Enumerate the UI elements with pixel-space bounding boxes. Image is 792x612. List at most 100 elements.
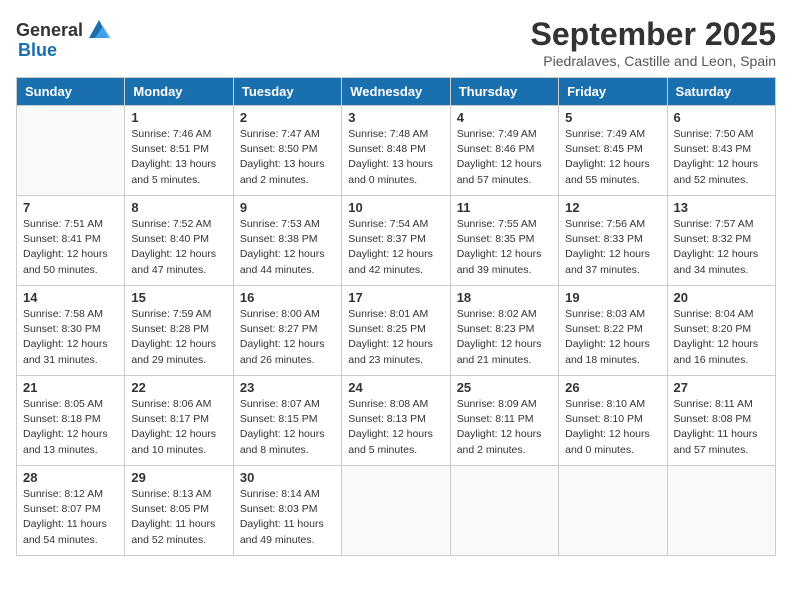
calendar-week-row: 14 Sunrise: 7:58 AM Sunset: 8:30 PM Dayli… <box>17 286 776 376</box>
cell-info-text: Sunrise: 8:00 AM Sunset: 8:27 PM Dayligh… <box>240 307 335 368</box>
weekday-header-monday: Monday <box>125 78 233 106</box>
cell-info-text: Sunrise: 8:10 AM Sunset: 8:10 PM Dayligh… <box>565 397 660 458</box>
cell-info-text: Sunrise: 7:52 AM Sunset: 8:40 PM Dayligh… <box>131 217 226 278</box>
calendar-cell: 3 Sunrise: 7:48 AM Sunset: 8:48 PM Daylig… <box>342 106 450 196</box>
calendar-cell: 12 Sunrise: 7:56 AM Sunset: 8:33 PM Dayli… <box>559 196 667 286</box>
calendar-cell: 9 Sunrise: 7:53 AM Sunset: 8:38 PM Daylig… <box>233 196 341 286</box>
cell-info-text: Sunrise: 7:54 AM Sunset: 8:37 PM Dayligh… <box>348 217 443 278</box>
calendar-body: 1Sunrise: 7:46 AM Sunset: 8:51 PM Daylig… <box>17 106 776 556</box>
cell-date-number: 8 <box>131 200 226 215</box>
calendar-cell: 27 Sunrise: 8:11 AM Sunset: 8:08 PM Dayli… <box>667 376 775 466</box>
cell-info-text: Sunrise: 8:13 AM Sunset: 8:05 PM Dayligh… <box>131 487 226 548</box>
cell-date-number: 26 <box>565 380 660 395</box>
cell-info-text: Sunrise: 7:59 AM Sunset: 8:28 PM Dayligh… <box>131 307 226 368</box>
weekday-header-saturday: Saturday <box>667 78 775 106</box>
cell-info-text: Sunrise: 8:02 AM Sunset: 8:23 PM Dayligh… <box>457 307 552 368</box>
calendar-cell: 13 Sunrise: 7:57 AM Sunset: 8:32 PM Dayli… <box>667 196 775 286</box>
cell-info-text: Sunrise: 7:53 AM Sunset: 8:38 PM Dayligh… <box>240 217 335 278</box>
cell-info-text: Sunrise: 8:05 AM Sunset: 8:18 PM Dayligh… <box>23 397 118 458</box>
calendar-cell <box>559 466 667 556</box>
cell-info-text: Sunrise: 7:50 AM Sunset: 8:43 PM Dayligh… <box>674 127 769 188</box>
cell-date-number: 11 <box>457 200 552 215</box>
cell-info-text: Sunrise: 7:49 AM Sunset: 8:46 PM Dayligh… <box>457 127 552 188</box>
calendar-cell: 15Sunrise: 7:59 AM Sunset: 8:28 PM Dayli… <box>125 286 233 376</box>
calendar-subtitle: Piedralaves, Castille and Leon, Spain <box>531 53 776 69</box>
logo-blue: Blue <box>18 40 57 61</box>
cell-date-number: 16 <box>240 290 335 305</box>
cell-date-number: 19 <box>565 290 660 305</box>
calendar-title: September 2025 <box>531 16 776 53</box>
weekday-header-friday: Friday <box>559 78 667 106</box>
calendar-week-row: 7 Sunrise: 7:51 AM Sunset: 8:41 PM Daylig… <box>17 196 776 286</box>
header: General Blue September 2025 Piedralaves,… <box>16 16 776 69</box>
logo-icon <box>85 16 113 44</box>
cell-info-text: Sunrise: 8:09 AM Sunset: 8:11 PM Dayligh… <box>457 397 552 458</box>
cell-date-number: 12 <box>565 200 660 215</box>
title-area: September 2025 Piedralaves, Castille and… <box>531 16 776 69</box>
cell-info-text: Sunrise: 7:49 AM Sunset: 8:45 PM Dayligh… <box>565 127 660 188</box>
calendar-table: SundayMondayTuesdayWednesdayThursdayFrid… <box>16 77 776 556</box>
calendar-week-row: 21 Sunrise: 8:05 AM Sunset: 8:18 PM Dayli… <box>17 376 776 466</box>
calendar-cell: 8 Sunrise: 7:52 AM Sunset: 8:40 PM Daylig… <box>125 196 233 286</box>
cell-date-number: 23 <box>240 380 335 395</box>
cell-date-number: 7 <box>23 200 118 215</box>
calendar-cell: 10 Sunrise: 7:54 AM Sunset: 8:37 PM Dayli… <box>342 196 450 286</box>
cell-date-number: 3 <box>348 110 443 125</box>
cell-date-number: 17 <box>348 290 443 305</box>
cell-info-text: Sunrise: 7:48 AM Sunset: 8:48 PM Dayligh… <box>348 127 443 188</box>
calendar-cell: 30 Sunrise: 8:14 AM Sunset: 8:03 PM Dayli… <box>233 466 341 556</box>
calendar-cell: 1Sunrise: 7:46 AM Sunset: 8:51 PM Daylig… <box>125 106 233 196</box>
cell-date-number: 27 <box>674 380 769 395</box>
calendar-cell <box>667 466 775 556</box>
calendar-cell: 18 Sunrise: 8:02 AM Sunset: 8:23 PM Dayli… <box>450 286 558 376</box>
cell-info-text: Sunrise: 8:08 AM Sunset: 8:13 PM Dayligh… <box>348 397 443 458</box>
cell-date-number: 30 <box>240 470 335 485</box>
calendar-cell: 21 Sunrise: 8:05 AM Sunset: 8:18 PM Dayli… <box>17 376 125 466</box>
cell-info-text: Sunrise: 8:12 AM Sunset: 8:07 PM Dayligh… <box>23 487 118 548</box>
cell-info-text: Sunrise: 7:46 AM Sunset: 8:51 PM Dayligh… <box>131 127 226 188</box>
calendar-cell: 5 Sunrise: 7:49 AM Sunset: 8:45 PM Daylig… <box>559 106 667 196</box>
calendar-cell: 6 Sunrise: 7:50 AM Sunset: 8:43 PM Daylig… <box>667 106 775 196</box>
logo: General Blue <box>16 16 113 61</box>
cell-info-text: Sunrise: 8:14 AM Sunset: 8:03 PM Dayligh… <box>240 487 335 548</box>
cell-info-text: Sunrise: 7:56 AM Sunset: 8:33 PM Dayligh… <box>565 217 660 278</box>
cell-info-text: Sunrise: 7:55 AM Sunset: 8:35 PM Dayligh… <box>457 217 552 278</box>
cell-info-text: Sunrise: 8:06 AM Sunset: 8:17 PM Dayligh… <box>131 397 226 458</box>
calendar-cell: 20Sunrise: 8:04 AM Sunset: 8:20 PM Dayli… <box>667 286 775 376</box>
cell-date-number: 4 <box>457 110 552 125</box>
calendar-cell <box>450 466 558 556</box>
calendar-cell <box>17 106 125 196</box>
cell-date-number: 6 <box>674 110 769 125</box>
cell-info-text: Sunrise: 8:11 AM Sunset: 8:08 PM Dayligh… <box>674 397 769 458</box>
cell-date-number: 13 <box>674 200 769 215</box>
calendar-cell <box>342 466 450 556</box>
calendar-week-row: 1Sunrise: 7:46 AM Sunset: 8:51 PM Daylig… <box>17 106 776 196</box>
cell-info-text: Sunrise: 8:07 AM Sunset: 8:15 PM Dayligh… <box>240 397 335 458</box>
cell-date-number: 22 <box>131 380 226 395</box>
cell-info-text: Sunrise: 7:58 AM Sunset: 8:30 PM Dayligh… <box>23 307 118 368</box>
cell-date-number: 18 <box>457 290 552 305</box>
cell-info-text: Sunrise: 8:01 AM Sunset: 8:25 PM Dayligh… <box>348 307 443 368</box>
cell-date-number: 14 <box>23 290 118 305</box>
calendar-cell: 2 Sunrise: 7:47 AM Sunset: 8:50 PM Daylig… <box>233 106 341 196</box>
cell-info-text: Sunrise: 8:04 AM Sunset: 8:20 PM Dayligh… <box>674 307 769 368</box>
cell-info-text: Sunrise: 8:03 AM Sunset: 8:22 PM Dayligh… <box>565 307 660 368</box>
calendar-cell: 24 Sunrise: 8:08 AM Sunset: 8:13 PM Dayli… <box>342 376 450 466</box>
cell-info-text: Sunrise: 7:51 AM Sunset: 8:41 PM Dayligh… <box>23 217 118 278</box>
calendar-cell: 7 Sunrise: 7:51 AM Sunset: 8:41 PM Daylig… <box>17 196 125 286</box>
calendar-cell: 14 Sunrise: 7:58 AM Sunset: 8:30 PM Dayli… <box>17 286 125 376</box>
cell-date-number: 2 <box>240 110 335 125</box>
calendar-cell: 25 Sunrise: 8:09 AM Sunset: 8:11 PM Dayli… <box>450 376 558 466</box>
cell-date-number: 5 <box>565 110 660 125</box>
cell-date-number: 21 <box>23 380 118 395</box>
cell-date-number: 24 <box>348 380 443 395</box>
weekday-header-thursday: Thursday <box>450 78 558 106</box>
cell-date-number: 10 <box>348 200 443 215</box>
cell-info-text: Sunrise: 7:57 AM Sunset: 8:32 PM Dayligh… <box>674 217 769 278</box>
calendar-cell: 29Sunrise: 8:13 AM Sunset: 8:05 PM Dayli… <box>125 466 233 556</box>
cell-date-number: 9 <box>240 200 335 215</box>
weekday-header-tuesday: Tuesday <box>233 78 341 106</box>
cell-info-text: Sunrise: 7:47 AM Sunset: 8:50 PM Dayligh… <box>240 127 335 188</box>
cell-date-number: 25 <box>457 380 552 395</box>
calendar-cell: 17 Sunrise: 8:01 AM Sunset: 8:25 PM Dayli… <box>342 286 450 376</box>
